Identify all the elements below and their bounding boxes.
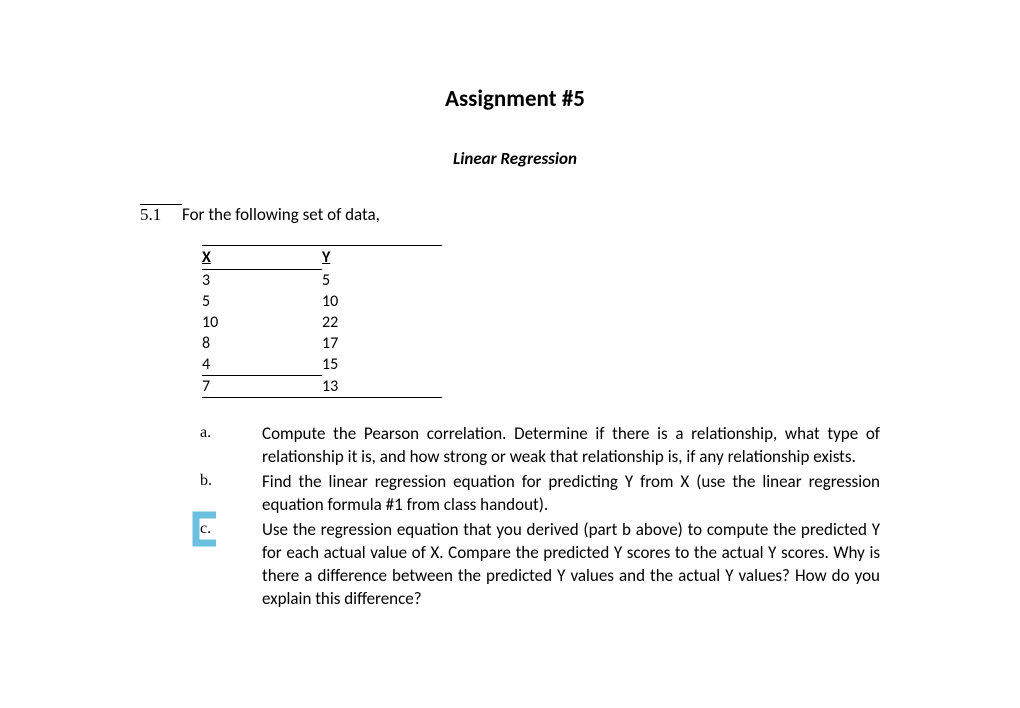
part-label-b: b. [200,472,212,490]
table-row: 8 17 [202,333,442,354]
part-label-c: c. [200,520,211,538]
table-row: 5 10 [202,291,442,312]
document-page: Assignment #5 Linear Regression 5.1 For … [0,0,1020,611]
table-header-x: X [202,246,322,270]
part-text-c: Use the regression equation that you der… [262,519,880,611]
table-cell-x: 3 [202,270,322,292]
part-c: c. Use the regression equation that you … [200,519,880,611]
table-row: 10 22 [202,312,442,333]
question-heading: 5.1 For the following set of data, [140,204,890,225]
part-b: b. Find the linear regression equation f… [200,471,880,517]
question-text: For the following set of data, [182,204,380,225]
part-a: a. Compute the Pearson correlation. Dete… [200,423,880,469]
parts-list: a. Compute the Pearson correlation. Dete… [200,423,880,611]
data-table: X Y 3 5 5 10 10 22 8 17 4 15 [202,245,442,398]
table-cell-y: 17 [322,333,442,354]
part-text-b: Find the linear regression equation for … [262,471,880,517]
table-cell-x: 4 [202,354,322,376]
table-cell-x: 10 [202,312,322,333]
table-cell-y: 5 [322,270,442,292]
page-title: Assignment #5 [140,85,890,113]
table-row: 4 15 [202,354,442,376]
table-cell-y: 13 [322,376,442,398]
table-row: 7 13 [202,376,442,398]
table-cell-y: 15 [322,354,442,376]
page-subtitle: Linear Regression [140,148,890,169]
question-number: 5.1 [140,204,182,225]
table-header-y: Y [322,246,442,270]
table-cell-y: 10 [322,291,442,312]
table-cell-x: 7 [202,376,322,398]
part-label-a: a. [200,424,211,442]
table-row: 3 5 [202,270,442,292]
table-cell-x: 8 [202,333,322,354]
table-cell-y: 22 [322,312,442,333]
table-header-row: X Y [202,246,442,270]
table-cell-x: 5 [202,291,322,312]
part-text-a: Compute the Pearson correlation. Determi… [262,423,880,469]
